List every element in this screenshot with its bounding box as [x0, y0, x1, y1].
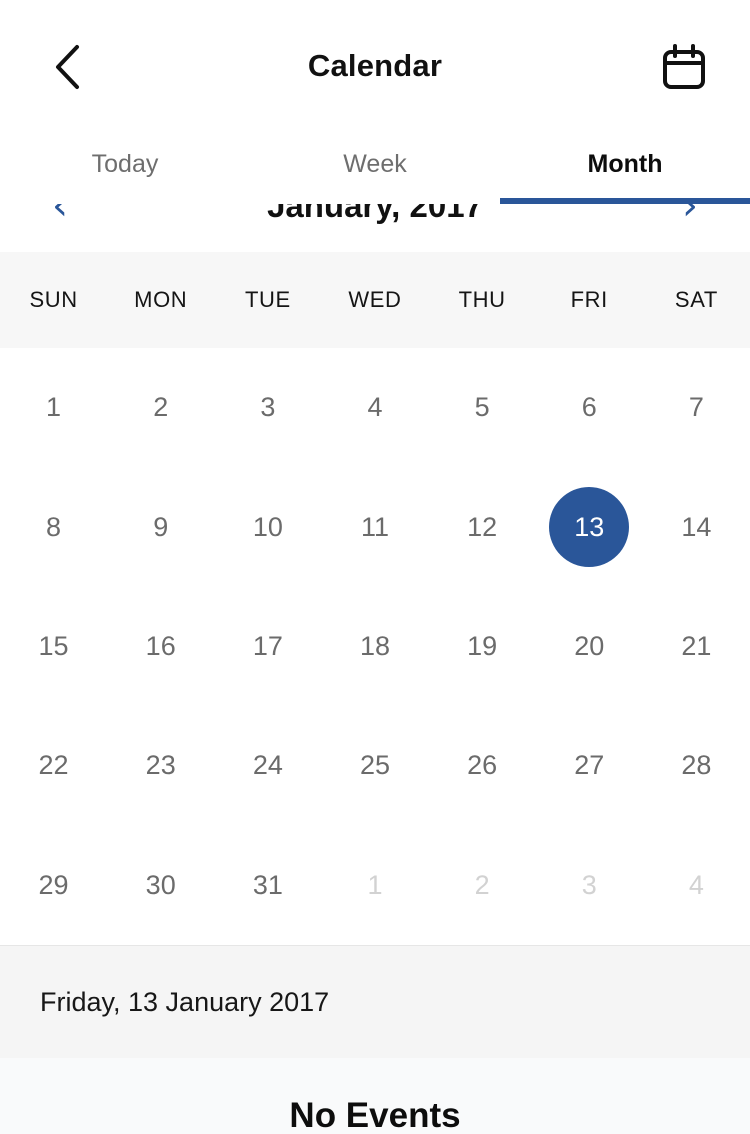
- weekday-thu: THU: [458, 287, 506, 312]
- weekday-tue: TUE: [244, 287, 291, 312]
- day-cell-29[interactable]: 29: [0, 845, 107, 925]
- day-cell-23[interactable]: 23: [107, 726, 214, 806]
- day-number: 19: [467, 631, 498, 662]
- tab-today[interactable]: Today: [0, 128, 250, 204]
- no-events-message: No Events: [289, 1096, 461, 1134]
- events-list-area: No Events: [0, 1058, 750, 1134]
- weekday-sun: SUN: [29, 287, 78, 312]
- week-row: 22 23 24 25 26 27 28: [0, 706, 750, 825]
- day-cell-24[interactable]: 24: [214, 726, 321, 806]
- day-cell-16[interactable]: 16: [107, 607, 214, 687]
- calendar-screen: Calendar ‹ January, 2017 › Today Week Mo…: [0, 0, 750, 1134]
- selected-date-bar: Friday, 13 January 2017: [0, 946, 750, 1058]
- day-number: 6: [581, 392, 597, 423]
- detail-divider: [0, 945, 750, 946]
- day-number: 3: [260, 392, 276, 423]
- day-number: 4: [688, 869, 704, 900]
- day-number: 30: [145, 869, 176, 900]
- weekday-sat: SAT: [674, 287, 718, 312]
- tab-week[interactable]: Week: [250, 128, 500, 204]
- day-cell-2[interactable]: 2: [429, 845, 536, 925]
- week-row: 29 30 31 1 2 3 4: [0, 826, 750, 945]
- view-tab-bar: Today Week Month: [0, 128, 750, 204]
- day-cell-18[interactable]: 18: [321, 607, 428, 687]
- day-cell-25[interactable]: 25: [321, 726, 428, 806]
- day-cell-4[interactable]: 4: [643, 845, 750, 925]
- day-cell-17[interactable]: 17: [214, 607, 321, 687]
- weekday-wed: WED: [348, 287, 402, 312]
- day-number: 1: [46, 392, 62, 423]
- day-cell-30[interactable]: 30: [107, 845, 214, 925]
- day-number: 25: [359, 750, 390, 781]
- day-cell-15[interactable]: 15: [0, 607, 107, 687]
- weekday-mon: MON: [134, 287, 188, 312]
- day-cell-27[interactable]: 27: [536, 726, 643, 806]
- weekday-header: SUN MON TUE WED THU FRI SAT: [0, 252, 750, 348]
- weekday-fri: FRI: [570, 287, 608, 312]
- day-cell-2[interactable]: 2: [107, 368, 214, 448]
- day-cell-22[interactable]: 22: [0, 726, 107, 806]
- day-cell-1[interactable]: 1: [0, 368, 107, 448]
- day-number: 20: [574, 631, 605, 662]
- calendar-action-button[interactable]: [656, 42, 712, 98]
- day-number: 22: [38, 750, 69, 781]
- day-number: 8: [46, 511, 62, 542]
- day-number: 24: [252, 750, 283, 781]
- page-title: Calendar: [307, 48, 443, 83]
- day-cell-20[interactable]: 20: [536, 607, 643, 687]
- day-cell-9[interactable]: 9: [107, 487, 214, 567]
- day-number: 16: [145, 631, 176, 662]
- day-number: 2: [153, 392, 169, 423]
- day-number: 5: [474, 392, 490, 423]
- day-number: 4: [367, 392, 383, 423]
- day-number: 27: [574, 750, 605, 781]
- day-number: 29: [38, 869, 69, 900]
- day-cell-7[interactable]: 7: [643, 368, 750, 448]
- day-cell-4[interactable]: 4: [321, 368, 428, 448]
- day-number: 26: [467, 750, 498, 781]
- day-cell-13[interactable]: 13: [536, 487, 643, 568]
- day-cell-5[interactable]: 5: [429, 368, 536, 448]
- day-cell-3[interactable]: 3: [536, 845, 643, 925]
- day-cell-26[interactable]: 26: [429, 726, 536, 806]
- day-number: 12: [467, 511, 498, 542]
- day-number: 9: [153, 511, 169, 542]
- day-cell-3[interactable]: 3: [214, 368, 321, 448]
- day-number: 10: [252, 511, 283, 542]
- week-row: 8 9 10 11 12 13 14: [0, 467, 750, 586]
- selected-day-number: 13: [549, 487, 630, 568]
- tab-month[interactable]: Month: [500, 128, 750, 204]
- day-cell-12[interactable]: 12: [429, 487, 536, 567]
- day-number: 15: [38, 631, 69, 662]
- selected-date-label: Friday, 13 January 2017: [40, 986, 330, 1017]
- day-cell-19[interactable]: 19: [429, 607, 536, 687]
- day-number: 14: [681, 511, 712, 542]
- day-number: 3: [581, 869, 597, 900]
- day-cell-14[interactable]: 14: [643, 487, 750, 567]
- day-number: 31: [252, 869, 283, 900]
- day-cell-28[interactable]: 28: [643, 726, 750, 806]
- week-row: 1 2 3 4 5 6 7: [0, 348, 750, 467]
- navigation-bar: Calendar: [0, 0, 750, 128]
- day-number: 21: [681, 631, 712, 662]
- day-number: 23: [145, 750, 176, 781]
- day-number: 11: [360, 511, 389, 542]
- day-cell-6[interactable]: 6: [536, 368, 643, 448]
- day-cell-21[interactable]: 21: [643, 607, 750, 687]
- day-number: 28: [681, 750, 712, 781]
- week-row: 15 16 17 18 19 20 21: [0, 587, 750, 706]
- day-cell-31[interactable]: 31: [214, 845, 321, 925]
- day-number: 1: [367, 869, 383, 900]
- day-number: 17: [252, 631, 283, 662]
- day-cell-10[interactable]: 10: [214, 487, 321, 567]
- day-number: 18: [359, 631, 390, 662]
- day-number: 2: [474, 869, 490, 900]
- day-number: 7: [688, 392, 704, 423]
- day-cell-1[interactable]: 1: [321, 845, 428, 925]
- day-cell-11[interactable]: 11: [321, 487, 428, 567]
- calendar-icon: [661, 43, 707, 97]
- month-day-grid: 1 2 3 4 5 6 7 8 9 10 11 12 13 14 15 16 17 18 19 20 21 22 23 24 2…: [0, 348, 750, 945]
- day-cell-8[interactable]: 8: [0, 487, 107, 567]
